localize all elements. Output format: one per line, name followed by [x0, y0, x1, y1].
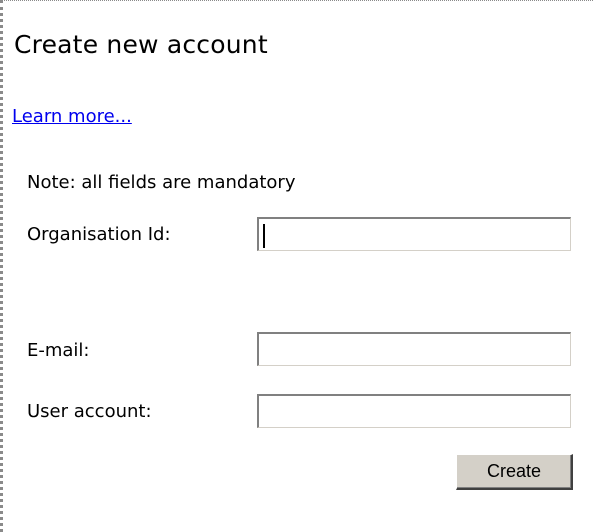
- user-account-label: User account:: [27, 401, 152, 422]
- organisation-id-label: Organisation Id:: [27, 224, 171, 245]
- email-input[interactable]: [257, 332, 571, 366]
- frame-border-top: [0, 0, 593, 1]
- page-title: Create new account: [14, 30, 268, 59]
- mandatory-fields-note: Note: all fields are mandatory: [27, 172, 296, 193]
- email-label: E-mail:: [27, 340, 90, 361]
- create-button[interactable]: Create: [456, 454, 573, 490]
- text-cursor: [263, 224, 265, 248]
- organisation-id-input[interactable]: [257, 217, 571, 251]
- learn-more-link[interactable]: Learn more...: [12, 106, 132, 127]
- frame-border-left: [0, 0, 3, 532]
- user-account-input[interactable]: [257, 394, 571, 428]
